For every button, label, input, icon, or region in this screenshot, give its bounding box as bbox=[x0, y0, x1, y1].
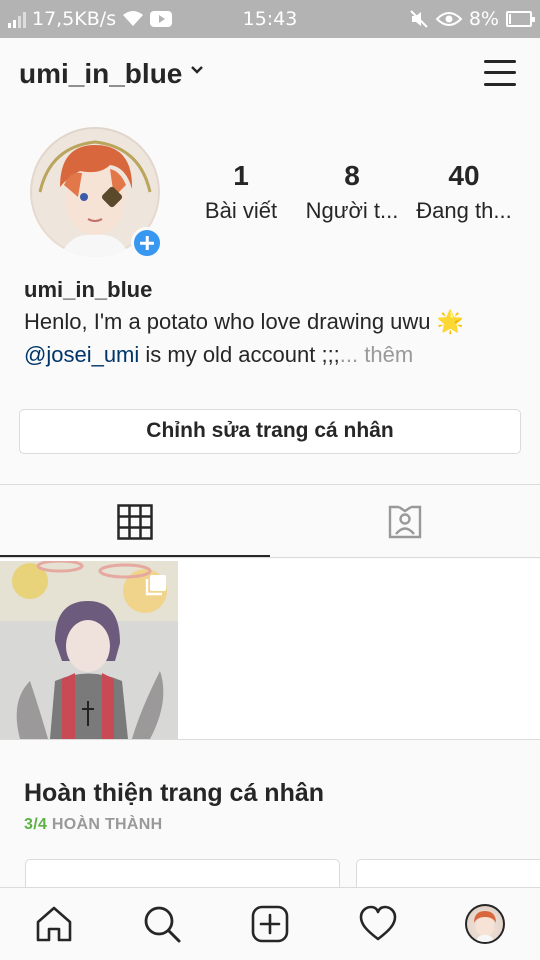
followers-label: Người t... bbox=[305, 198, 399, 223]
battery-percent: 8% bbox=[468, 8, 499, 30]
bio-mention-link[interactable]: @josei_umi bbox=[24, 342, 139, 367]
nav-new-post-button[interactable] bbox=[250, 904, 290, 944]
bio-line-1: Henlo, I'm a potato who love drawing uwu… bbox=[24, 309, 465, 334]
profile-header: umi_in_blue bbox=[0, 38, 540, 112]
bio-line-2-text: is my old account ;;; bbox=[139, 342, 340, 367]
chevron-down-icon[interactable] bbox=[190, 65, 204, 75]
multiple-photos-icon bbox=[145, 575, 166, 596]
search-icon bbox=[144, 906, 181, 943]
edit-profile-button[interactable]: Chỉnh sửa trang cá nhân bbox=[19, 409, 521, 454]
activity-heart-icon bbox=[359, 905, 397, 941]
nav-profile-avatar[interactable] bbox=[465, 904, 505, 944]
account-switcher-username[interactable]: umi_in_blue bbox=[19, 58, 182, 90]
complete-profile-title: Hoàn thiện trang cá nhân bbox=[24, 779, 325, 807]
followers-count: 8 bbox=[344, 160, 360, 191]
profile-avatar-small bbox=[474, 911, 496, 942]
posts-stat[interactable]: 1 Bài viết bbox=[186, 160, 296, 224]
posts-label: Bài viết bbox=[204, 198, 278, 223]
menu-button[interactable] bbox=[484, 58, 518, 88]
following-count: 40 bbox=[448, 160, 480, 191]
complete-profile-section: Hoàn thiện trang cá nhân 3/4 HOÀN THÀNH bbox=[0, 741, 540, 899]
following-label: Đang th... bbox=[416, 198, 512, 223]
eye-icon bbox=[435, 12, 462, 26]
followers-stat[interactable]: 8 Người t... bbox=[297, 160, 407, 224]
bio-more-link[interactable]: ... thêm bbox=[340, 342, 413, 367]
posts-grid bbox=[0, 559, 540, 740]
post-thumbnail[interactable] bbox=[0, 561, 178, 739]
battery-icon bbox=[506, 11, 535, 27]
grid-icon bbox=[117, 504, 153, 540]
status-bar: 17,5KB/s 15:43 8% bbox=[0, 0, 540, 38]
tab-grid[interactable] bbox=[0, 485, 270, 557]
home-icon bbox=[36, 906, 72, 942]
profile-name: umi_in_blue bbox=[24, 277, 153, 302]
profile-avatar-container[interactable] bbox=[30, 127, 163, 259]
bottom-navigation bbox=[0, 887, 540, 960]
tagged-icon bbox=[388, 505, 422, 539]
complete-profile-progress: 3/4 HOÀN THÀNH bbox=[24, 816, 162, 834]
mute-icon bbox=[410, 10, 428, 28]
tab-tagged[interactable] bbox=[270, 485, 540, 557]
progress-count: 3/4 bbox=[24, 816, 48, 833]
bio-line-2: @josei_umi is my old account ;;;... thêm bbox=[24, 342, 413, 368]
status-right: 8% bbox=[409, 8, 535, 30]
add-story-button[interactable] bbox=[131, 227, 163, 259]
nav-activity-button[interactable] bbox=[358, 904, 398, 944]
nav-search-button[interactable] bbox=[142, 904, 182, 944]
progress-label: HOÀN THÀNH bbox=[51, 816, 163, 833]
add-post-icon bbox=[251, 905, 289, 943]
profile-tabs bbox=[0, 484, 540, 558]
following-stat[interactable]: 40 Đang th... bbox=[409, 160, 519, 224]
posts-count: 1 bbox=[233, 160, 249, 191]
nav-home-button[interactable] bbox=[34, 904, 74, 944]
